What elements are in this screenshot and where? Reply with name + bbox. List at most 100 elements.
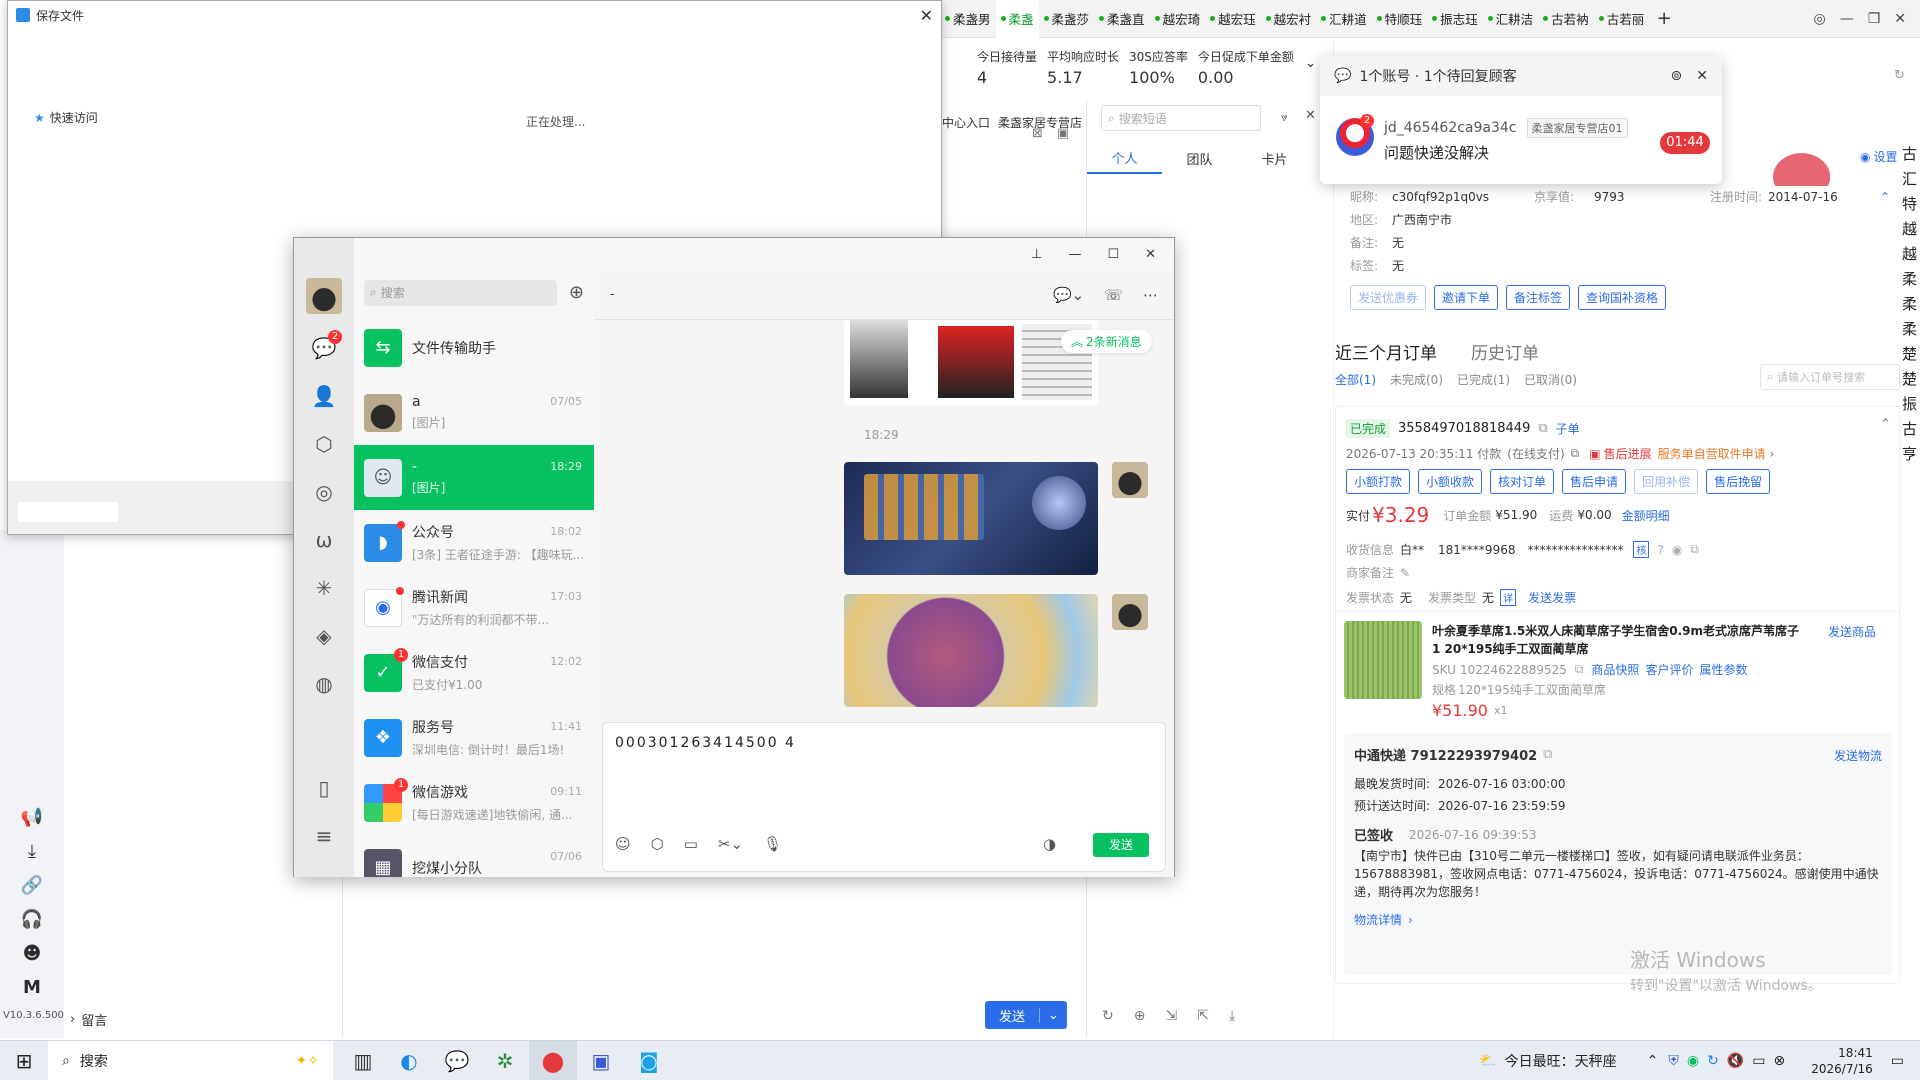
clock[interactable]: 18:41 2026/7/16 [1811, 1045, 1873, 1077]
image-message[interactable] [844, 462, 1098, 575]
retain-button[interactable]: 售后挽留 [1706, 469, 1771, 494]
mute-icon[interactable]: 🔇 [1727, 1053, 1744, 1069]
close-circle-icon[interactable]: ⊗ [1774, 1053, 1786, 1069]
top-tab[interactable]: 振志珏 [1427, 0, 1483, 38]
logistics-detail-link[interactable]: 物流详情 › [1354, 911, 1413, 928]
reviews-link[interactable]: 客户评价 [1645, 661, 1693, 678]
list-item[interactable]: ❖ 服务号 深圳电信: 倒计时！最后1场! 11:41 [354, 705, 594, 770]
call-icon[interactable]: ☏ [1104, 286, 1123, 304]
folder-icon[interactable]: ▭ [684, 835, 698, 853]
chevron-down-icon[interactable]: ⌄ [1305, 56, 1316, 71]
message-input[interactable]: 000301263414500 4 [615, 735, 796, 751]
copy-icon[interactable]: ⧉ [1571, 446, 1580, 461]
filter-done[interactable]: 已完成(1) [1457, 371, 1510, 388]
send-logistics-link[interactable]: 发送物流 [1834, 747, 1882, 764]
tab-card[interactable]: 卡片 [1237, 149, 1312, 173]
top-tab[interactable]: 越宏衬 [1261, 0, 1317, 38]
snapshot-link[interactable]: 商品快照 [1591, 661, 1639, 678]
copy-icon[interactable]: ⧉ [1538, 421, 1547, 436]
message-input-box[interactable]: 000301263414500 4 ☺ ⬡ ▭ ✂⌄ 🎙 ◑ 发送 [602, 722, 1166, 872]
top-tab[interactable]: 柔盏莎 [1039, 0, 1095, 38]
attributes-link[interactable]: 属性参数 [1699, 661, 1747, 678]
vertical-shop-item[interactable]: 柔 [1902, 317, 1920, 342]
leave-message[interactable]: › 留言 [70, 1010, 107, 1029]
voice-icon[interactable]: ◑ [1043, 835, 1056, 853]
filter-all[interactable]: 全部(1) [1335, 371, 1376, 388]
task-view-icon[interactable]: ▥ [341, 1041, 385, 1080]
settings-link[interactable]: ◉ 设置 [1860, 148, 1898, 165]
m-app-icon[interactable]: ▣ [577, 1041, 625, 1080]
tab-recent-orders[interactable]: 近三个月订单 [1335, 339, 1437, 364]
top-tab[interactable]: 特顺珏 [1372, 0, 1428, 38]
avatar[interactable]: 2 [1336, 114, 1374, 156]
emoji-icon[interactable]: ☺ [615, 835, 631, 853]
edge-icon[interactable]: ◐ [385, 1041, 433, 1080]
list-item[interactable]: a [图片] 07/05 [354, 380, 594, 445]
avatar[interactable] [1112, 462, 1148, 498]
quick-access-item[interactable]: ★ 快速访问 [34, 109, 98, 126]
copy-icon[interactable]: ⧉ [1690, 542, 1699, 557]
chat-search-input[interactable]: ⌕ 搜索 [364, 279, 557, 306]
send-coupon-button[interactable]: 发送优惠券 [1350, 285, 1427, 310]
list-item[interactable]: ▦ 挖煤小分队 07/06 [354, 835, 594, 877]
small-payout-button[interactable]: 小额打款 [1346, 469, 1411, 494]
after-sale-apply-button[interactable]: 售后申请 [1562, 469, 1627, 494]
avatar[interactable] [1112, 594, 1148, 630]
vertical-shop-item[interactable]: 楚 [1902, 367, 1920, 392]
download-icon[interactable]: ⤓ [0, 834, 64, 868]
vertical-shop-item[interactable]: 柔 [1902, 267, 1920, 292]
vertical-shop-item[interactable]: 特 [1902, 192, 1920, 217]
mini-programs-icon[interactable]: ◈ [294, 612, 354, 660]
moments-icon[interactable]: ◎ [294, 468, 354, 516]
chevron-up-icon[interactable]: ⌃ [1880, 190, 1890, 204]
chat-app-icon[interactable]: ◙ [625, 1041, 673, 1080]
edit-icon[interactable]: ✎ [1400, 566, 1410, 580]
product-image[interactable] [1344, 621, 1422, 699]
sub-order-link[interactable]: 子单 [1556, 420, 1580, 437]
entry-link[interactable]: 中心入口 [942, 114, 990, 131]
filename-field[interactable] [18, 502, 118, 522]
top-tab[interactable]: 越宏琦 [1150, 0, 1206, 38]
phone-icon[interactable]: ▯ [294, 764, 354, 812]
compensation-button[interactable]: 回用补偿 [1634, 469, 1699, 494]
close-icon[interactable]: ✕ [1145, 247, 1156, 262]
chat-bubble-icon[interactable]: 💬⌄ [1053, 286, 1084, 304]
vertical-shop-item[interactable]: 古 [1902, 417, 1920, 442]
image-icon[interactable]: ▣ [1057, 126, 1069, 141]
maximize-icon[interactable]: ☐ [1107, 247, 1119, 262]
send-product-link[interactable]: 发送商品 [1828, 623, 1876, 640]
verify-tag[interactable]: 核 [1633, 541, 1650, 558]
export-icon[interactable]: ⇱ [1197, 1008, 1209, 1024]
new-messages-pill[interactable]: ︽ 2条新消息 [1061, 330, 1152, 353]
help-icon[interactable]: ? [1657, 543, 1663, 557]
wechat-icon[interactable]: 💬 [433, 1041, 481, 1080]
top-tab[interactable]: 柔盏直 [1094, 0, 1150, 38]
jd-icon[interactable]: ⬤ [529, 1040, 577, 1080]
list-item[interactable]: ✓ 1 微信支付 已支付¥1.00 12:02 [354, 640, 594, 705]
invite-order-button[interactable]: 邀请下单 [1434, 285, 1499, 310]
megaphone-icon[interactable]: 📢 [0, 800, 64, 834]
settings-icon[interactable]: ◎ [1813, 11, 1825, 27]
vertical-shop-item[interactable]: 楚 [1902, 342, 1920, 367]
more-icon[interactable]: ⋯ [1143, 286, 1158, 304]
m-logo-icon[interactable]: M [0, 970, 64, 1004]
notification-icon[interactable]: ▭ [1891, 1053, 1904, 1069]
vertical-shop-item[interactable]: 柔 [1902, 292, 1920, 317]
shop-send-button[interactable]: 发送 ⌄ [985, 1001, 1067, 1029]
copy-icon[interactable]: ⧉ [1543, 747, 1552, 762]
order-search-input[interactable]: ⌕ 请输入订单号搜索 [1760, 364, 1900, 390]
microphone-icon[interactable]: 🎙 [763, 835, 782, 853]
shield-icon[interactable]: ⛨ [1668, 1053, 1679, 1069]
minimize-icon[interactable]: — [1068, 247, 1081, 262]
top-tab-active[interactable]: 柔盏 [995, 0, 1039, 38]
refresh-icon[interactable]: ↻ [1102, 1008, 1114, 1024]
avatar[interactable] [306, 278, 342, 314]
image-message[interactable] [844, 594, 1098, 707]
add-circle-icon[interactable]: ⊕ [1134, 1008, 1146, 1024]
vertical-shop-item[interactable]: 汇 [1902, 167, 1920, 192]
robot-icon[interactable]: ☻ [0, 936, 64, 970]
scissors-icon[interactable]: ✂⌄ [718, 835, 743, 853]
top-tab[interactable]: 汇耕道 [1316, 0, 1372, 38]
top-tab[interactable]: 古若衲 [1538, 0, 1594, 38]
weather-widget[interactable]: 今日最旺：天秤座 [1505, 1051, 1617, 1071]
